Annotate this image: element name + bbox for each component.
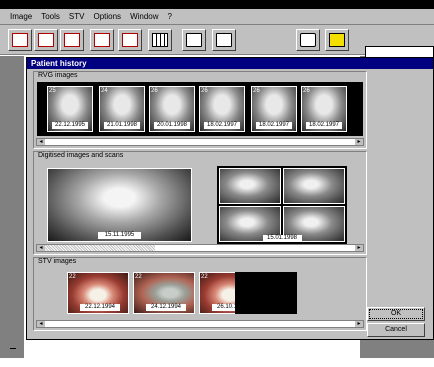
- stv-photo[interactable]: 22 22.12.1994: [67, 272, 129, 314]
- rvg-panel: RVG images 25 22.12.1995 24 21.01.1998 26 2…: [33, 71, 367, 149]
- monitor-print-icon: [216, 33, 232, 47]
- panoramic-xray[interactable]: 15.11.1995: [47, 168, 192, 242]
- scroll-left-icon[interactable]: ◂: [37, 321, 45, 327]
- menu-window[interactable]: Window: [130, 12, 158, 21]
- stv-strip: 22 22.12.1994 22 24.12.1994 22 26.10.1998: [37, 268, 363, 318]
- stv-label: STV images: [38, 258, 77, 265]
- layout-film-button[interactable]: [148, 29, 172, 51]
- rvg-label: RVG images: [38, 72, 78, 79]
- rvg-thumb-date: 18.02.1997: [306, 122, 342, 129]
- xray-cell: [283, 168, 345, 204]
- rvg-thumb[interactable]: 26 18.02.1997: [199, 86, 245, 132]
- rvg-thumb[interactable]: 26 18.02.1997: [251, 86, 297, 132]
- digitised-strip: 15.11.1995 15.01.1998: [37, 162, 363, 244]
- stv-panel: STV images 22 22.12.1994 22 24.12.1994 22 2…: [33, 257, 367, 331]
- side-marker: [10, 348, 16, 349]
- rvg-thumb-date: 18.02.1997: [204, 122, 240, 129]
- monitor-icon: [186, 33, 202, 47]
- patient-history-dialog: Patient history RVG images 25 22.12.1995 …: [26, 57, 434, 340]
- exit-button[interactable]: [325, 29, 349, 51]
- exit-icon: [329, 33, 345, 47]
- scroll-right-icon[interactable]: ▸: [355, 245, 363, 251]
- app-title-bar: [0, 0, 434, 9]
- scroll-right-icon[interactable]: ▸: [355, 321, 363, 327]
- layout-strip-button[interactable]: [118, 29, 142, 51]
- rvg-thumb[interactable]: 25 22.12.1995: [47, 86, 93, 132]
- status-xray[interactable]: 15.01.1998: [217, 166, 347, 244]
- layout-4-icon: [64, 33, 80, 47]
- menu-options[interactable]: Options: [93, 12, 121, 21]
- layout-2-button[interactable]: [34, 29, 58, 51]
- rvg-thumb[interactable]: 26 18.02.1997: [301, 86, 347, 132]
- briefcase-icon: [300, 33, 316, 47]
- rvg-thumb[interactable]: 26 20.01.1998: [149, 86, 195, 132]
- monitor-print-button[interactable]: [212, 29, 236, 51]
- menu-image[interactable]: Image: [10, 12, 32, 21]
- layout-grid-icon: [94, 33, 110, 47]
- briefcase-button[interactable]: [296, 29, 320, 51]
- pano-date: 15.11.1995: [98, 232, 141, 239]
- scroll-left-icon[interactable]: ◂: [37, 245, 45, 251]
- layout-grid-button[interactable]: [90, 29, 114, 51]
- digitised-label: Digitised images and scans: [38, 152, 124, 159]
- scroll-thumb[interactable]: [45, 245, 155, 251]
- layout-1-icon: [12, 33, 28, 47]
- stv-photo-date: 22.12.1994: [80, 304, 120, 311]
- layout-2-icon: [38, 33, 54, 47]
- rvg-thumb-date: 20.01.1998: [154, 122, 190, 129]
- empty-slot: [235, 272, 297, 314]
- rvg-thumb-date: 22.12.1995: [52, 122, 88, 129]
- dialog-title: Patient history: [27, 58, 433, 69]
- menu-bar: Image Tools STV Options Window ?: [0, 9, 434, 25]
- rvg-thumb-date: 18.02.1997: [256, 122, 292, 129]
- cancel-button[interactable]: Cancel: [367, 323, 425, 337]
- menu-stv[interactable]: STV: [69, 12, 85, 21]
- stv-photo[interactable]: 22 24.12.1994: [133, 272, 195, 314]
- rvg-strip: 25 22.12.1995 24 21.01.1998 26 20.01.1998 2…: [37, 82, 363, 136]
- rvg-thumb-date: 21.01.1998: [104, 122, 140, 129]
- layout-strip-icon: [122, 33, 138, 47]
- layout-1-button[interactable]: [8, 29, 32, 51]
- layout-4-button[interactable]: [60, 29, 84, 51]
- stv-scrollbar[interactable]: ◂ ▸: [36, 320, 364, 328]
- menu-help[interactable]: ?: [168, 12, 172, 21]
- rvg-thumb[interactable]: 24 21.01.1998: [99, 86, 145, 132]
- layout-film-icon: [152, 33, 168, 47]
- digitised-panel: Digitised images and scans 15.11.1995 15…: [33, 151, 367, 255]
- workspace-left: [0, 56, 24, 367]
- rvg-scrollbar[interactable]: ◂ ▸: [36, 138, 364, 146]
- digitised-scrollbar[interactable]: ◂ ▸: [36, 244, 364, 252]
- scroll-right-icon[interactable]: ▸: [355, 139, 363, 145]
- ok-button[interactable]: OK: [367, 307, 425, 321]
- monitor-button[interactable]: [182, 29, 206, 51]
- status-bar: [0, 358, 434, 367]
- scroll-left-icon[interactable]: ◂: [37, 139, 45, 145]
- status-date: 15.01.1998: [262, 235, 302, 242]
- xray-cell: [219, 168, 281, 204]
- stv-photo-date: 24.12.1994: [146, 304, 186, 311]
- menu-tools[interactable]: Tools: [41, 12, 60, 21]
